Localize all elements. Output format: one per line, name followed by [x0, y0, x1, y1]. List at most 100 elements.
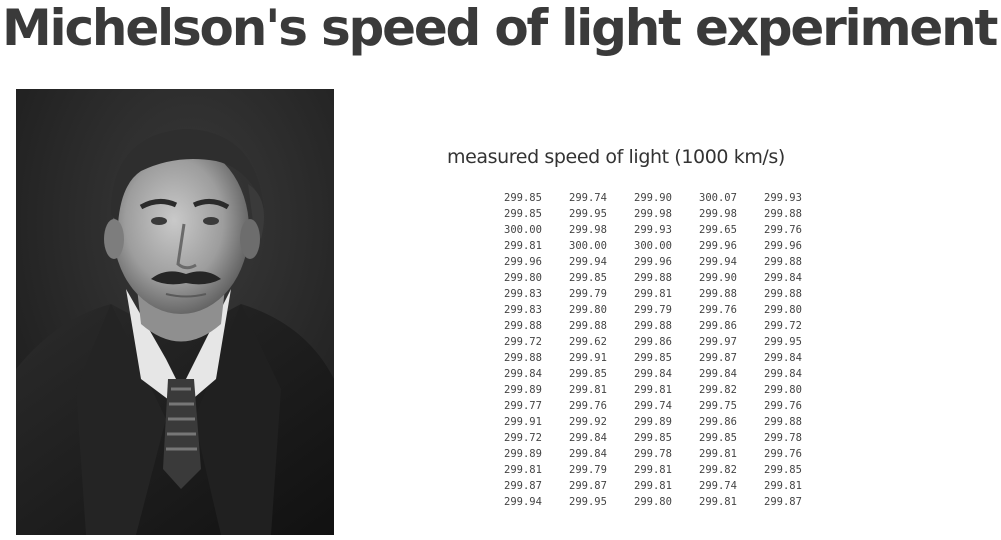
measurement-value: 299.84 — [569, 432, 607, 444]
measurement-value: 300.00 — [504, 224, 542, 236]
measurement-value: 299.76 — [569, 400, 607, 412]
measurement-value: 299.85 — [569, 272, 607, 284]
measurement-row: 299.85 299.95 299.98 299.98 299.88 — [499, 206, 824, 222]
measurement-value: 299.94 — [504, 496, 542, 508]
portrait-image — [16, 89, 334, 535]
measurement-value: 299.98 — [569, 224, 607, 236]
measurement-value: 299.96 — [764, 240, 802, 252]
page-title: Michelson's speed of light experiment — [2, 0, 998, 57]
measurement-value: 299.81 — [699, 448, 737, 460]
measurement-row: 299.89 299.84 299.78 299.81 299.76 — [499, 446, 824, 462]
measurement-value: 299.89 — [634, 416, 672, 428]
measurement-value: 299.87 — [569, 480, 607, 492]
measurement-value: 299.78 — [634, 448, 672, 460]
measurement-value: 299.94 — [699, 256, 737, 268]
measurement-value: 299.74 — [634, 400, 672, 412]
measurement-value: 299.81 — [634, 288, 672, 300]
measurement-value: 299.87 — [504, 480, 542, 492]
measurement-row: 300.00 299.98 299.93 299.65 299.76 — [499, 222, 824, 238]
measurement-row: 299.94 299.95 299.80 299.81 299.87 — [499, 494, 824, 510]
measurement-value: 299.76 — [764, 224, 802, 236]
measurement-value: 299.85 — [569, 368, 607, 380]
measurement-value: 299.84 — [699, 368, 737, 380]
measurement-value: 299.84 — [764, 272, 802, 284]
measurement-value: 299.79 — [634, 304, 672, 316]
measurement-value: 299.91 — [569, 352, 607, 364]
measurement-value: 299.98 — [634, 208, 672, 220]
measurement-value: 299.86 — [634, 336, 672, 348]
measurement-value: 299.95 — [764, 336, 802, 348]
measurement-value: 299.74 — [699, 480, 737, 492]
measurement-value: 299.79 — [569, 464, 607, 476]
measurement-row: 299.96 299.94 299.96 299.94 299.88 — [499, 254, 824, 270]
measurement-row: 299.88 299.88 299.88 299.86 299.72 — [499, 318, 824, 334]
measurement-value: 299.72 — [764, 320, 802, 332]
measurement-row: 299.88 299.91 299.85 299.87 299.84 — [499, 350, 824, 366]
measurement-value: 299.87 — [764, 496, 802, 508]
measurement-value: 299.84 — [504, 368, 542, 380]
measurement-value: 300.00 — [569, 240, 607, 252]
measurement-value: 299.85 — [634, 352, 672, 364]
measurement-value: 299.81 — [699, 496, 737, 508]
measurement-value: 299.86 — [699, 416, 737, 428]
measurement-value: 299.75 — [699, 400, 737, 412]
measurement-row: 299.85 299.74 299.90 300.07 299.93 — [499, 190, 824, 206]
measurement-value: 299.62 — [569, 336, 607, 348]
measurement-value: 299.88 — [699, 288, 737, 300]
measurement-value: 299.72 — [504, 336, 542, 348]
measurement-value: 299.96 — [699, 240, 737, 252]
measurement-value: 299.96 — [634, 256, 672, 268]
measurement-value: 299.84 — [764, 368, 802, 380]
measurement-value: 299.88 — [504, 352, 542, 364]
measurement-value: 299.76 — [699, 304, 737, 316]
measurement-value: 299.85 — [504, 192, 542, 204]
measurement-value: 299.88 — [764, 288, 802, 300]
measurement-value: 299.80 — [634, 496, 672, 508]
measurement-value: 299.81 — [569, 384, 607, 396]
measurements-table-body: 299.85 299.74 299.90 300.07 299.93 299.85 299.… — [499, 190, 824, 510]
measurement-row: 299.91 299.92 299.89 299.86 299.88 — [499, 414, 824, 430]
measurement-value: 299.81 — [764, 480, 802, 492]
measurement-value: 299.93 — [764, 192, 802, 204]
measurement-value: 299.96 — [504, 256, 542, 268]
measurement-row: 299.83 299.79 299.81 299.88 299.88 — [499, 286, 824, 302]
measurement-value: 299.76 — [764, 400, 802, 412]
measurement-value: 299.81 — [504, 240, 542, 252]
measurement-value: 299.85 — [699, 432, 737, 444]
measurement-value: 299.78 — [764, 432, 802, 444]
measurement-value: 299.88 — [504, 320, 542, 332]
measurement-value: 299.82 — [699, 384, 737, 396]
measurement-value: 299.88 — [764, 256, 802, 268]
measurement-value: 299.81 — [634, 384, 672, 396]
measurement-value: 299.95 — [569, 496, 607, 508]
measurement-row: 299.89 299.81 299.81 299.82 299.80 — [499, 382, 824, 398]
measurement-value: 299.85 — [764, 464, 802, 476]
measurement-value: 299.85 — [504, 208, 542, 220]
measurement-value: 299.83 — [504, 304, 542, 316]
measurement-value: 299.88 — [569, 320, 607, 332]
measurement-value: 299.97 — [699, 336, 737, 348]
measurement-value: 299.89 — [504, 384, 542, 396]
measurement-value: 299.65 — [699, 224, 737, 236]
measurement-value: 299.80 — [764, 384, 802, 396]
measurement-value: 299.77 — [504, 400, 542, 412]
measurement-value: 299.90 — [699, 272, 737, 284]
measurement-row: 299.87 299.87 299.81 299.74 299.81 — [499, 478, 824, 494]
measurement-value: 299.80 — [569, 304, 607, 316]
measurement-value: 299.88 — [634, 320, 672, 332]
measurement-value: 299.76 — [764, 448, 802, 460]
measurement-value: 299.94 — [569, 256, 607, 268]
measurement-value: 299.93 — [634, 224, 672, 236]
measurement-value: 299.72 — [504, 432, 542, 444]
measurement-value: 300.00 — [634, 240, 672, 252]
measurement-value: 299.87 — [699, 352, 737, 364]
measurement-value: 299.79 — [569, 288, 607, 300]
measurement-value: 299.81 — [634, 480, 672, 492]
measurement-value: 299.90 — [634, 192, 672, 204]
measurement-row: 299.80 299.85 299.88 299.90 299.84 — [499, 270, 824, 286]
measurement-value: 299.98 — [699, 208, 737, 220]
measurement-value: 299.74 — [569, 192, 607, 204]
measurement-value: 299.84 — [634, 368, 672, 380]
measurement-value: 299.81 — [504, 464, 542, 476]
measurement-value: 299.86 — [699, 320, 737, 332]
